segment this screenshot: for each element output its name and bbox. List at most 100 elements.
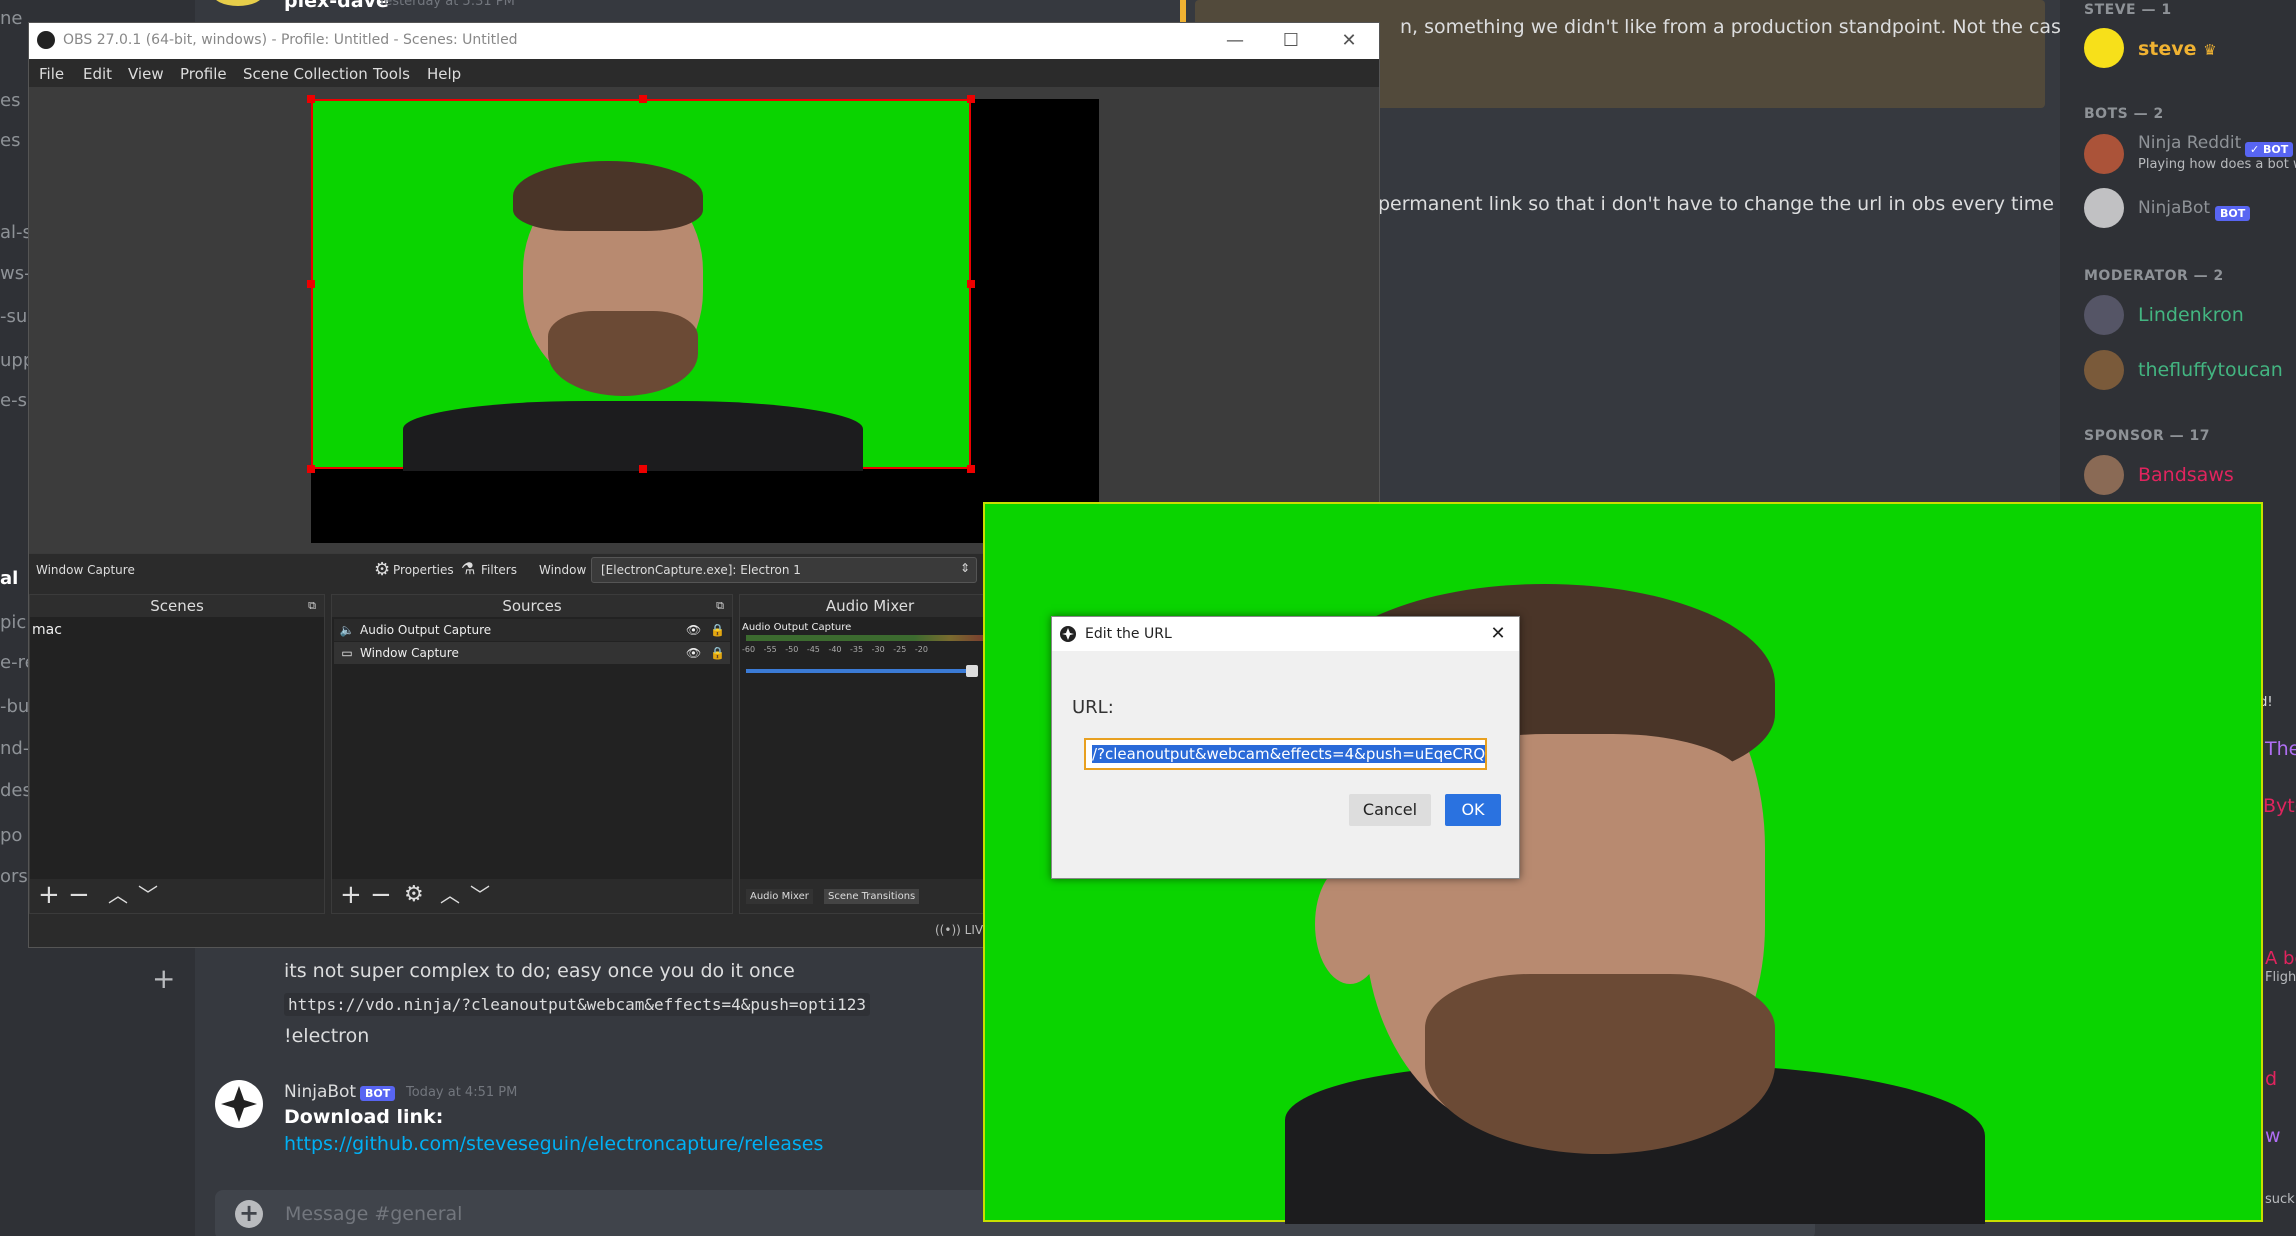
resize-handle[interactable] bbox=[967, 280, 975, 288]
remove-icon[interactable]: − bbox=[370, 881, 392, 909]
dock-tabs: Audio Mixer Scene Transitions bbox=[740, 879, 1000, 913]
remove-icon[interactable]: − bbox=[68, 881, 90, 909]
dialog-titlebar[interactable]: Edit the URL ✕ bbox=[1052, 617, 1519, 651]
visibility-eye-icon[interactable]: 👁 bbox=[686, 642, 701, 664]
add-icon[interactable]: + bbox=[340, 881, 362, 909]
member-name[interactable]: NinjaBot bbox=[2138, 198, 2210, 218]
volume-slider-handle[interactable] bbox=[966, 665, 978, 677]
scene-item[interactable]: mac bbox=[32, 619, 322, 641]
channel-fragment[interactable]: -bu bbox=[0, 696, 29, 717]
member-group-header: BOTS — 2 bbox=[2084, 106, 2164, 122]
menu-file[interactable]: File bbox=[39, 65, 64, 83]
move-down-icon[interactable]: ﹀ bbox=[470, 881, 490, 909]
message-author[interactable]: NinjaBot bbox=[284, 1082, 356, 1102]
person-shirt bbox=[403, 401, 863, 471]
tab-scene-transitions[interactable]: Scene Transitions bbox=[824, 889, 920, 904]
close-icon[interactable]: ✕ bbox=[1327, 27, 1371, 55]
source-item[interactable]: ▭ Window Capture 👁 🔒 bbox=[334, 642, 730, 664]
resize-handle[interactable] bbox=[307, 280, 315, 288]
filters-button[interactable]: Filters bbox=[481, 563, 517, 577]
add-channel-icon[interactable]: + bbox=[152, 962, 175, 995]
filter-icon[interactable]: ⚗ bbox=[461, 559, 475, 578]
scenes-controls: + − ︿ ﹀ bbox=[30, 879, 324, 913]
menu-bar: File Edit View Profile Scene Collection … bbox=[29, 59, 1379, 87]
embed-heading: Download link: bbox=[284, 1106, 444, 1128]
speaker-icon: 🔈 bbox=[339, 623, 355, 637]
lock-icon[interactable]: 🔒 bbox=[710, 619, 725, 641]
channel-fragment[interactable]: ws- bbox=[0, 263, 31, 284]
channel-fragment-active[interactable]: al bbox=[0, 568, 18, 589]
cancel-button[interactable]: Cancel bbox=[1349, 794, 1431, 826]
close-icon[interactable]: ✕ bbox=[1483, 619, 1513, 649]
move-up-icon[interactable]: ︿ bbox=[108, 881, 128, 909]
lock-icon[interactable]: 🔒 bbox=[710, 642, 725, 664]
move-up-icon[interactable]: ︿ bbox=[440, 881, 460, 909]
gear-icon[interactable]: ⚙ bbox=[404, 881, 424, 909]
resize-handle[interactable] bbox=[639, 465, 647, 473]
preview-source-window-capture[interactable] bbox=[311, 99, 971, 471]
properties-button[interactable]: Properties bbox=[393, 563, 454, 577]
resize-handle[interactable] bbox=[639, 95, 647, 103]
tab-audio-mixer[interactable]: Audio Mixer bbox=[746, 889, 813, 904]
volume-slider-track[interactable] bbox=[746, 669, 972, 673]
channel-fragment[interactable]: es bbox=[0, 90, 20, 111]
ninjabot-avatar[interactable] bbox=[215, 1080, 263, 1128]
person-beard bbox=[548, 311, 698, 396]
source-item[interactable]: 🔈 Audio Output Capture 👁 🔒 bbox=[334, 619, 730, 641]
menu-view[interactable]: View bbox=[128, 65, 164, 83]
menu-scene-collection[interactable]: Scene Collection bbox=[243, 65, 368, 83]
person-ear bbox=[1315, 864, 1385, 984]
obs-titlebar[interactable]: OBS 27.0.1 (64-bit, windows) - Profile: … bbox=[29, 23, 1379, 59]
url-input[interactable]: /?cleanoutput&webcam&effects=4&push=uEqe… bbox=[1084, 738, 1487, 770]
download-link[interactable]: https://github.com/steveseguin/electronc… bbox=[284, 1133, 823, 1155]
resize-handle[interactable] bbox=[967, 95, 975, 103]
crown-icon: ♛ bbox=[2203, 41, 2217, 59]
meter-scale: -60 -55 -50 -45 -40 -35 -30 -25 -20 bbox=[742, 645, 928, 654]
member-name[interactable]: Bandsaws bbox=[2138, 464, 2234, 486]
channel-fragment[interactable]: es bbox=[0, 130, 20, 151]
resize-handle[interactable] bbox=[307, 465, 315, 473]
add-icon[interactable]: + bbox=[38, 881, 60, 909]
resize-handle[interactable] bbox=[307, 95, 315, 103]
chevron-updown-icon: ⇕ bbox=[960, 561, 971, 575]
window-select[interactable]: [ElectronCapture.exe]: Electron 1 ⇕ bbox=[591, 557, 977, 583]
gear-icon[interactable]: ⚙ bbox=[374, 559, 390, 580]
member-name[interactable]: steve ♛ bbox=[2138, 38, 2217, 60]
menu-help[interactable]: Help bbox=[427, 65, 461, 83]
maximize-icon[interactable]: ☐ bbox=[1269, 27, 1313, 55]
avatar[interactable] bbox=[2084, 350, 2124, 390]
float-icon[interactable]: ⧉ bbox=[308, 595, 316, 617]
upload-plus-icon[interactable]: + bbox=[235, 1200, 263, 1228]
move-down-icon[interactable]: ﹀ bbox=[138, 881, 158, 909]
minimize-icon[interactable]: — bbox=[1213, 27, 1257, 55]
obs-logo-icon bbox=[37, 31, 55, 49]
channel-fragment[interactable]: ne bbox=[0, 8, 22, 29]
member-name[interactable]: Ninja Reddit bbox=[2138, 133, 2241, 153]
message-author[interactable]: plex-dave bbox=[284, 0, 389, 12]
menu-profile[interactable]: Profile bbox=[180, 65, 227, 83]
message-text: permanent link so that i don't have to c… bbox=[1378, 193, 2066, 215]
message-timestamp: Today at 4:51 PM bbox=[406, 1085, 518, 1100]
float-icon[interactable]: ⧉ bbox=[716, 595, 724, 617]
channel-fragment[interactable]: -su bbox=[0, 306, 27, 327]
source-label: Window Capture bbox=[360, 646, 459, 660]
menu-edit[interactable]: Edit bbox=[83, 65, 112, 83]
source-label: Audio Output Capture bbox=[360, 623, 492, 637]
selected-source-name: Window Capture bbox=[36, 563, 135, 577]
menu-tools[interactable]: Tools bbox=[373, 65, 410, 83]
avatar[interactable] bbox=[2084, 295, 2124, 335]
avatar[interactable] bbox=[2084, 28, 2124, 68]
ok-button[interactable]: OK bbox=[1445, 794, 1501, 826]
channel-fragment[interactable]: ors bbox=[0, 866, 28, 887]
window-select-value: [ElectronCapture.exe]: Electron 1 bbox=[601, 563, 801, 577]
member-name[interactable]: Lindenkron bbox=[2138, 304, 2244, 326]
resize-handle[interactable] bbox=[967, 465, 975, 473]
avatar[interactable] bbox=[2084, 188, 2124, 228]
avatar[interactable] bbox=[2084, 134, 2124, 174]
channel-fragment[interactable]: po bbox=[0, 825, 22, 846]
sources-controls: + − ⚙ ︿ ﹀ bbox=[332, 879, 732, 913]
member-name[interactable]: thefluffytoucan bbox=[2138, 359, 2283, 381]
visibility-eye-icon[interactable]: 👁 bbox=[686, 619, 701, 641]
avatar[interactable] bbox=[2084, 455, 2124, 495]
channel-fragment[interactable]: pic bbox=[0, 612, 26, 633]
